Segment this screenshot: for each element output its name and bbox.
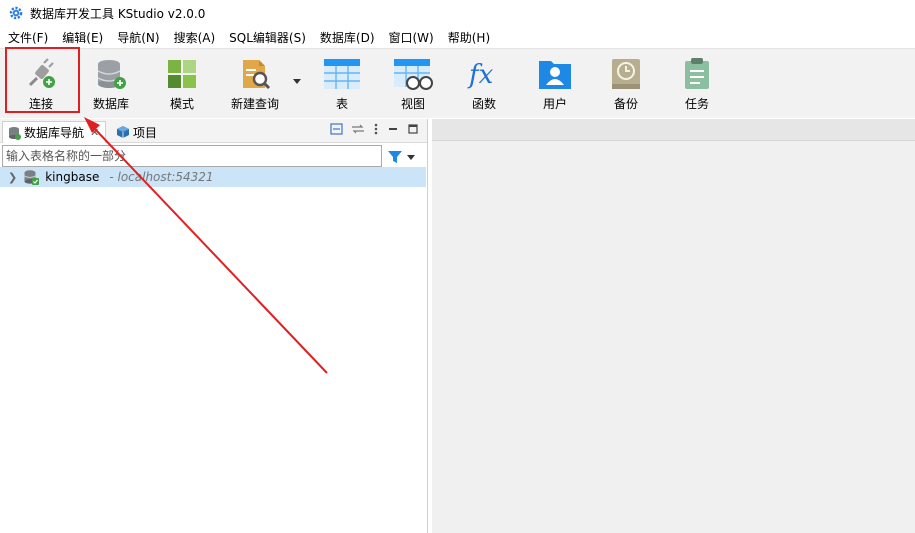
connection-db-icon — [24, 170, 40, 185]
panel-toolbar — [330, 123, 419, 135]
database-icon — [97, 60, 126, 89]
view-label: 视图 — [400, 97, 425, 111]
menu-file[interactable]: 文件(F) — [0, 29, 55, 46]
table-button[interactable]: 表 — [311, 57, 373, 115]
funnel-icon — [388, 151, 402, 163]
tab-project-label: 项目 — [133, 125, 158, 140]
navigator-tabs: 数据库导航 ✕ 项目 — [0, 119, 427, 143]
link-editor-icon[interactable] — [351, 123, 365, 135]
database-navigator-panel: 数据库导航 ✕ 项目 输入表格名称的一部分 ❯ kingbase - local… — [0, 119, 428, 533]
menu-window[interactable]: 窗口(W) — [382, 29, 441, 46]
editor-area — [432, 119, 915, 533]
menu-edit[interactable]: 编辑(E) — [55, 29, 110, 46]
new-query-icon — [243, 60, 271, 90]
task-clipboard-icon — [685, 58, 709, 89]
backup-label: 备份 — [613, 97, 638, 111]
filter-button[interactable] — [387, 148, 425, 166]
gear-app-icon — [9, 6, 23, 20]
table-filter-input[interactable] — [2, 145, 382, 167]
maximize-icon[interactable] — [407, 123, 419, 135]
editor-tab-strip — [432, 119, 915, 141]
menu-search[interactable]: 搜索(A) — [167, 29, 223, 46]
table-icon — [324, 59, 360, 89]
tab-database-navigator[interactable]: 数据库导航 ✕ — [2, 121, 106, 143]
connect-highlight-box — [5, 47, 80, 113]
database-nav-icon — [9, 126, 21, 140]
new-query-dropdown-icon[interactable] — [292, 76, 302, 86]
collapse-all-icon[interactable] — [330, 123, 343, 135]
menu-sql-editor[interactable]: SQL编辑器(S) — [222, 29, 313, 46]
user-label: 用户 — [542, 97, 567, 111]
database-label: 数据库 — [92, 97, 129, 111]
tree-item-connection[interactable]: ❯ kingbase - localhost:54321 — [0, 167, 426, 187]
window-title: 数据库开发工具 KStudio v2.0.0 — [30, 6, 206, 21]
function-fx-icon: fx — [467, 60, 494, 90]
task-button[interactable]: 任务 — [666, 57, 728, 115]
menu-bar: 文件(F) 编辑(E) 导航(N) 搜索(A) SQL编辑器(S) 数据库(D)… — [0, 28, 915, 46]
menu-navigate[interactable]: 导航(N) — [110, 29, 166, 46]
view-icon — [394, 59, 433, 90]
view-button[interactable]: 视图 — [382, 57, 444, 115]
task-label: 任务 — [684, 97, 709, 111]
filter-row — [2, 145, 426, 167]
svg-text:fx: fx — [467, 60, 494, 90]
schema-button[interactable]: 模式 — [151, 57, 213, 115]
new-query-label: 新建查询 — [230, 97, 279, 111]
connection-host: - localhost:54321 — [109, 170, 214, 184]
database-button[interactable]: 数据库 — [80, 57, 142, 115]
close-tab-icon[interactable]: ✕ — [90, 126, 99, 139]
function-button[interactable]: fx 函数 — [453, 57, 515, 115]
schema-icon — [168, 60, 196, 88]
table-label: 表 — [335, 97, 348, 111]
menu-database[interactable]: 数据库(D) — [313, 29, 382, 46]
title-bar: 数据库开发工具 KStudio v2.0.0 — [0, 0, 915, 26]
user-button[interactable]: 用户 — [524, 57, 586, 115]
minimize-icon[interactable] — [387, 123, 399, 135]
view-menu-icon[interactable] — [373, 123, 379, 135]
function-label: 函数 — [471, 97, 496, 111]
tab-project[interactable]: 项目 — [114, 121, 157, 143]
backup-clock-icon — [612, 59, 640, 89]
backup-button[interactable]: 备份 — [595, 57, 657, 115]
kstudio-window: 数据库开发工具 KStudio v2.0.0 文件(F) 编辑(E) 导航(N)… — [0, 0, 915, 533]
connection-name: kingbase — [45, 170, 100, 184]
user-icon — [539, 61, 571, 89]
main-toolbar: 连接 数据库 模式 新建查询 表 视图 fx 函数 用户 备份 任务 — [0, 48, 915, 118]
filter-dropdown-icon — [407, 155, 415, 160]
menu-help[interactable]: 帮助(H) — [441, 29, 497, 46]
project-cube-icon — [117, 126, 129, 138]
schema-label: 模式 — [169, 97, 194, 111]
new-query-button[interactable]: 新建查询 — [224, 57, 286, 115]
tab-database-navigator-label: 数据库导航 — [24, 126, 85, 140]
chevron-right-icon[interactable]: ❯ — [8, 171, 17, 184]
